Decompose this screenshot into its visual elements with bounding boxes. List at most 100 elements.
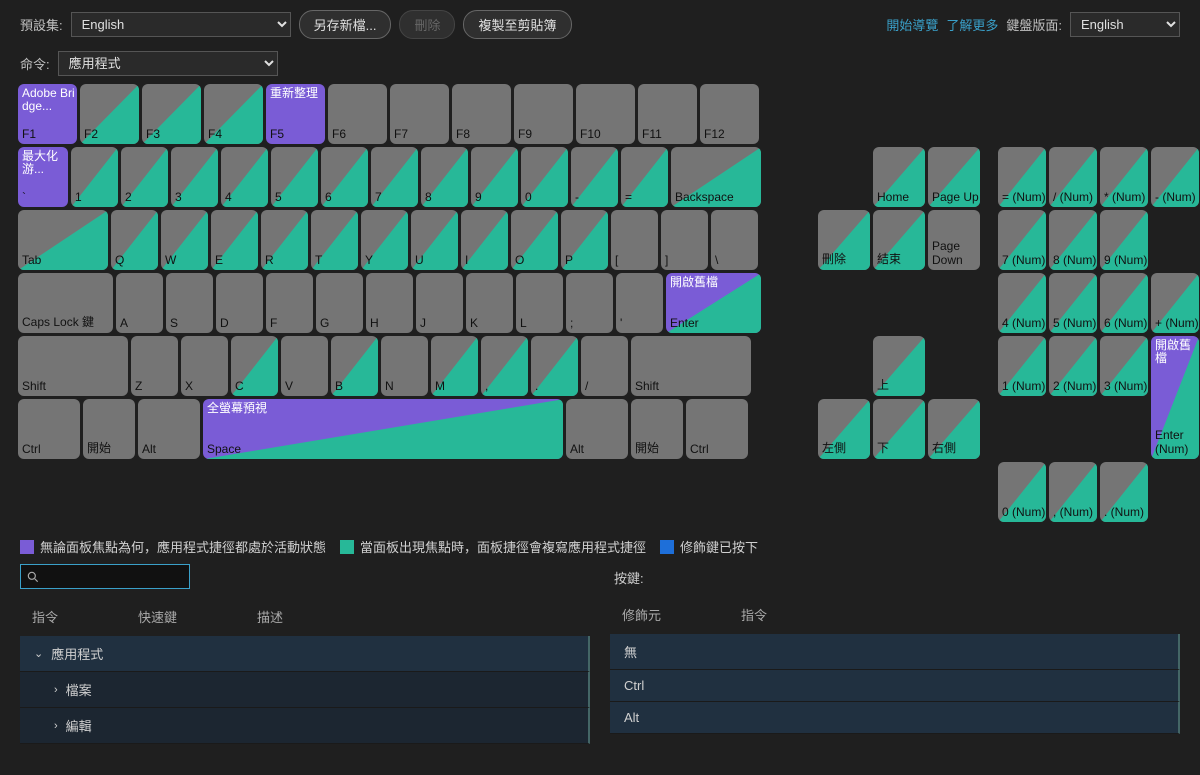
key-shift[interactable]: Shift: [631, 336, 751, 396]
key-p[interactable]: P: [561, 210, 608, 270]
key--[interactable]: 下: [873, 399, 925, 459]
key--[interactable]: -: [571, 147, 618, 207]
key-q[interactable]: Q: [111, 210, 158, 270]
key-0[interactable]: 0: [521, 147, 568, 207]
key-n[interactable]: N: [381, 336, 428, 396]
tree-row-edit[interactable]: ›編輯: [20, 708, 590, 744]
key-5[interactable]: 5: [271, 147, 318, 207]
key-4[interactable]: 4: [221, 147, 268, 207]
key-7[interactable]: 7: [371, 147, 418, 207]
key-f2[interactable]: F2: [80, 84, 139, 144]
key--[interactable]: 上: [873, 336, 925, 396]
key--num-[interactable]: = (Num): [998, 147, 1046, 207]
key--[interactable]: 最大化游...`: [18, 147, 68, 207]
key--[interactable]: \: [711, 210, 758, 270]
key-f3[interactable]: F3: [142, 84, 201, 144]
key-f8[interactable]: F8: [452, 84, 511, 144]
key-1[interactable]: 1: [71, 147, 118, 207]
mod-row-ctrl[interactable]: Ctrl: [610, 670, 1180, 702]
key-ctrl[interactable]: Ctrl: [686, 399, 748, 459]
key-2-num-[interactable]: 2 (Num): [1049, 336, 1097, 396]
key-f[interactable]: F: [266, 273, 313, 333]
key-0-num-[interactable]: 0 (Num): [998, 462, 1046, 522]
key-z[interactable]: Z: [131, 336, 178, 396]
key-enter[interactable]: 開啟舊檔Enter: [666, 273, 761, 333]
mod-row-alt[interactable]: Alt: [610, 702, 1180, 734]
key--[interactable]: 開始: [631, 399, 683, 459]
command-select[interactable]: 應用程式: [58, 51, 278, 76]
key--[interactable]: 結束: [873, 210, 925, 270]
learn-more-link[interactable]: 了解更多: [946, 15, 998, 34]
key-3[interactable]: 3: [171, 147, 218, 207]
key-j[interactable]: J: [416, 273, 463, 333]
key--[interactable]: 刪除: [818, 210, 870, 270]
key-6[interactable]: 6: [321, 147, 368, 207]
key--num-[interactable]: / (Num): [1049, 147, 1097, 207]
key-3-num-[interactable]: 3 (Num): [1100, 336, 1148, 396]
key-backspace[interactable]: Backspace: [671, 147, 761, 207]
key-t[interactable]: T: [311, 210, 358, 270]
key-caps-lock-[interactable]: Caps Lock 鍵: [18, 273, 113, 333]
tree-row-file[interactable]: ›檔案: [20, 672, 590, 708]
key-g[interactable]: G: [316, 273, 363, 333]
key-f10[interactable]: F10: [576, 84, 635, 144]
key--[interactable]: 開始: [83, 399, 135, 459]
key-alt[interactable]: Alt: [138, 399, 200, 459]
delete-button[interactable]: 刪除: [399, 10, 455, 39]
key-h[interactable]: H: [366, 273, 413, 333]
key-6-num-[interactable]: 6 (Num): [1100, 273, 1148, 333]
start-tour-link[interactable]: 開始導覽: [886, 15, 938, 34]
key-b[interactable]: B: [331, 336, 378, 396]
key-f12[interactable]: F12: [700, 84, 759, 144]
key-shift[interactable]: Shift: [18, 336, 128, 396]
search-input[interactable]: [20, 564, 190, 589]
key--num-[interactable]: + (Num): [1151, 273, 1199, 333]
key-y[interactable]: Y: [361, 210, 408, 270]
preset-select[interactable]: English: [71, 12, 291, 37]
key-w[interactable]: W: [161, 210, 208, 270]
key-5-num-[interactable]: 5 (Num): [1049, 273, 1097, 333]
key-r[interactable]: R: [261, 210, 308, 270]
kb-layout-select[interactable]: English: [1070, 12, 1180, 37]
key--[interactable]: ': [616, 273, 663, 333]
key-o[interactable]: O: [511, 210, 558, 270]
key-c[interactable]: C: [231, 336, 278, 396]
key-u[interactable]: U: [411, 210, 458, 270]
key--num-[interactable]: . (Num): [1100, 462, 1148, 522]
key-a[interactable]: A: [116, 273, 163, 333]
key-home[interactable]: Home: [873, 147, 925, 207]
key-1-num-[interactable]: 1 (Num): [998, 336, 1046, 396]
key-f4[interactable]: F4: [204, 84, 263, 144]
key--[interactable]: ;: [566, 273, 613, 333]
key-i[interactable]: I: [461, 210, 508, 270]
key-l[interactable]: L: [516, 273, 563, 333]
key-enter-num-[interactable]: 開啟舊檔Enter (Num): [1151, 336, 1199, 459]
key-m[interactable]: M: [431, 336, 478, 396]
key-f11[interactable]: F11: [638, 84, 697, 144]
key-d[interactable]: D: [216, 273, 263, 333]
key-7-num-[interactable]: 7 (Num): [998, 210, 1046, 270]
key-space[interactable]: 全螢幕預視Space: [203, 399, 563, 459]
key-4-num-[interactable]: 4 (Num): [998, 273, 1046, 333]
key-8[interactable]: 8: [421, 147, 468, 207]
key--[interactable]: .: [531, 336, 578, 396]
key-ctrl[interactable]: Ctrl: [18, 399, 80, 459]
key--[interactable]: [: [611, 210, 658, 270]
key-k[interactable]: K: [466, 273, 513, 333]
key-f9[interactable]: F9: [514, 84, 573, 144]
key--[interactable]: /: [581, 336, 628, 396]
copy-clipboard-button[interactable]: 複製至剪貼簿: [463, 10, 571, 39]
key--[interactable]: =: [621, 147, 668, 207]
key-x[interactable]: X: [181, 336, 228, 396]
key--[interactable]: 左側: [818, 399, 870, 459]
key-f1[interactable]: Adobe Bridge...F1: [18, 84, 77, 144]
mod-row-none[interactable]: 無: [610, 634, 1180, 670]
key-2[interactable]: 2: [121, 147, 168, 207]
key--[interactable]: ]: [661, 210, 708, 270]
key-f7[interactable]: F7: [390, 84, 449, 144]
key--[interactable]: 右側: [928, 399, 980, 459]
key-8-num-[interactable]: 8 (Num): [1049, 210, 1097, 270]
key--num-[interactable]: * (Num): [1100, 147, 1148, 207]
key-v[interactable]: V: [281, 336, 328, 396]
key-f6[interactable]: F6: [328, 84, 387, 144]
